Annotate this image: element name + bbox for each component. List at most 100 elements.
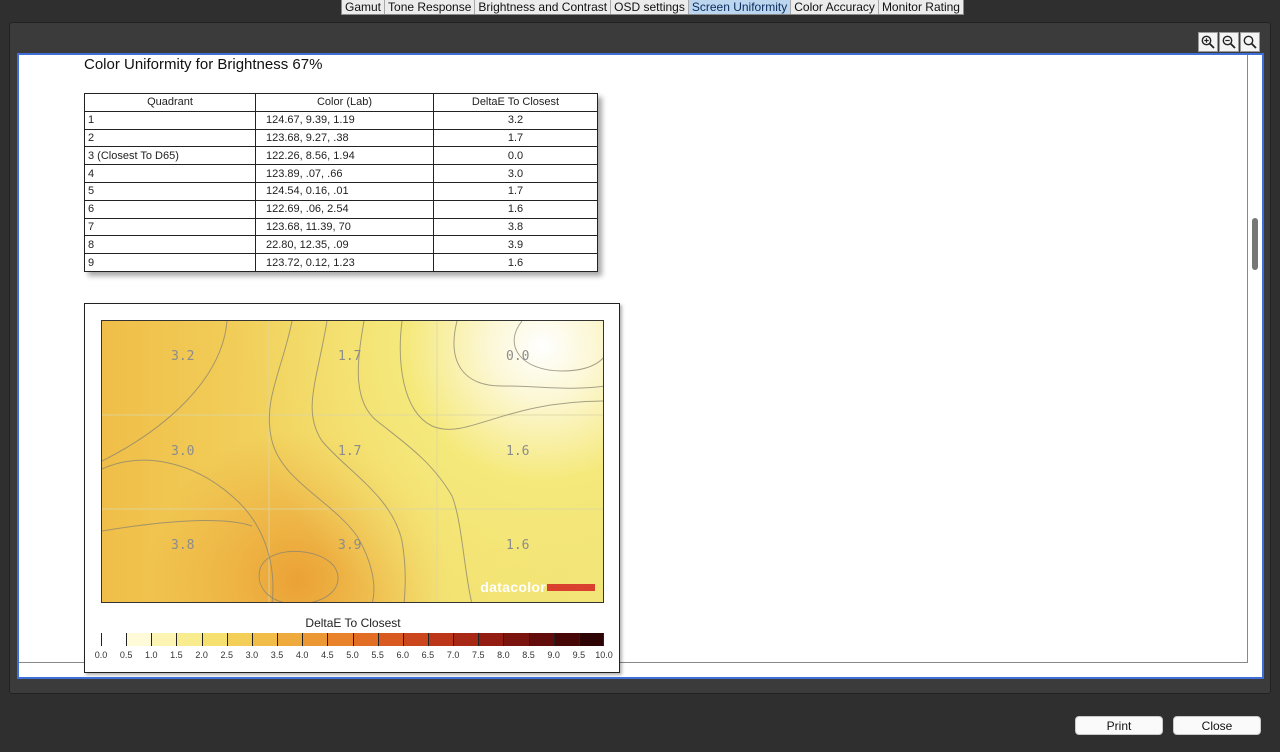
zoom-fit-icon[interactable]: [1240, 32, 1260, 52]
quadrant-value: 3.9: [338, 538, 362, 553]
color-scale-swatch: [478, 633, 504, 646]
color-scale-tick: [327, 633, 329, 646]
print-button[interactable]: Print: [1075, 716, 1163, 735]
table-row: 9 123.72, 0.12, 1.23 1.6: [84, 253, 598, 272]
color-scale-label: 0.0: [94, 650, 108, 660]
color-scale-tick: [503, 633, 505, 646]
color-scale-swatch: [352, 633, 379, 646]
column-header: Quadrant: [84, 93, 256, 112]
color-scale-label: 0.5: [119, 650, 133, 660]
color-scale-tick: [528, 633, 530, 646]
color-scale-swatch: [553, 633, 580, 646]
quadrant-value: 1.6: [506, 538, 530, 553]
tab-color-accuracy[interactable]: Color Accuracy: [791, 0, 879, 14]
color-scale-tick: [151, 633, 153, 646]
table-row: 7 123.68, 11.39, 70 3.8: [84, 217, 598, 237]
column-header: Color (Lab): [255, 93, 434, 112]
tab-gamut[interactable]: Gamut: [342, 0, 386, 14]
quadrant-value: 3.0: [171, 444, 195, 459]
report-viewer[interactable]: Color Uniformity for Brightness 67% Quad…: [17, 53, 1264, 679]
vertical-scrollbar[interactable]: [1252, 218, 1258, 270]
color-scale-label: 8.5: [522, 650, 535, 660]
color-scale-label: 6.5: [421, 650, 435, 660]
lab-color-cell: 122.69, .06, 2.54: [255, 199, 434, 219]
deltae-cell: 3.0: [433, 164, 598, 183]
table-row: 3 (Closest To D65) 122.26, 8.56, 1.94 0.0: [84, 146, 598, 166]
lab-color-cell: 123.89, .07, .66: [255, 164, 434, 183]
lab-color-cell: 22.80, 12.35, .09: [255, 235, 434, 255]
tab-osd-settings[interactable]: OSD settings: [611, 0, 689, 14]
color-scale-tick: [453, 633, 455, 646]
tab-monitor-rating[interactable]: Monitor Rating: [878, 0, 963, 14]
color-scale-label: 10.0: [595, 650, 613, 660]
uniformity-heatmap-figure: 3.2 1.7 0.0 3.0 1.7 1.6 3.8 3.9 1.6 datacolor De…: [84, 303, 620, 673]
uniformity-table: Quadrant Color (Lab) DeltaE To Closest 1…: [84, 93, 598, 272]
quadrant-value: 3.8: [171, 538, 195, 553]
color-scale-tick: [603, 633, 604, 646]
color-scale-tick: [377, 633, 379, 646]
close-button[interactable]: Close: [1173, 716, 1261, 735]
color-scale-label: 4.5: [321, 650, 334, 660]
table-row: 6 122.69, .06, 2.54 1.6: [84, 199, 598, 219]
quadrant-cell: 1: [84, 110, 256, 130]
watermark-text: datacolor: [480, 579, 546, 595]
uniformity-heatmap: 3.2 1.7 0.0 3.0 1.7 1.6 3.8 3.9 1.6 datacolor: [101, 320, 604, 603]
color-scale-swatch: [402, 633, 429, 646]
color-scale-tick: [176, 633, 178, 646]
color-scale-tick: [553, 633, 555, 646]
color-scale-label: 8.0: [497, 650, 510, 660]
deltae-cell: 3.8: [433, 217, 598, 237]
datacolor-logo: datacolor: [480, 579, 595, 595]
color-scale-tick: [302, 633, 304, 646]
logo-bar: [547, 583, 595, 591]
color-scale-label: 3.5: [270, 650, 284, 660]
page-title: Color Uniformity for Brightness 67%: [84, 56, 323, 73]
color-scale-label: 5.5: [371, 650, 384, 660]
color-scale-label: 1.0: [145, 650, 158, 660]
color-scale-label: 2.5: [220, 650, 234, 660]
color-scale-tick: [578, 633, 580, 646]
zoom-in-icon[interactable]: [1198, 32, 1218, 52]
color-scale-label: 9.5: [572, 650, 586, 660]
color-scale-tick: [427, 633, 429, 646]
color-scale-swatch: [277, 633, 303, 646]
color-scale-tick: [277, 633, 279, 646]
tab-screen-uniformity[interactable]: Screen Uniformity: [688, 0, 792, 14]
deltae-cell: 0.0: [433, 146, 598, 166]
color-scale-swatch: [251, 633, 278, 646]
color-scale-label: 9.0: [547, 650, 560, 660]
color-scale-swatch: [101, 633, 127, 646]
lab-color-cell: 124.54, 0.16, .01: [255, 181, 434, 201]
tab-brightness-and-contrast[interactable]: Brightness and Contrast: [475, 0, 612, 14]
color-scale-swatch: [126, 633, 152, 646]
quadrant-cell: 7: [84, 217, 256, 237]
quadrant-value: 1.6: [506, 444, 530, 459]
lab-color-cell: 122.26, 8.56, 1.94: [255, 146, 434, 166]
color-scale-swatch: [151, 633, 177, 646]
color-scale-swatch: [201, 633, 228, 646]
deltae-cell: 3.2: [433, 110, 598, 130]
color-scale-tick: [251, 633, 253, 646]
color-scale-tick: [226, 633, 228, 646]
tab-tone-response[interactable]: Tone Response: [385, 0, 476, 14]
quadrant-value: 0.0: [506, 349, 530, 364]
deltae-cell: 1.7: [433, 181, 598, 201]
color-scale-swatch: [302, 633, 328, 646]
zoom-out-icon[interactable]: [1219, 32, 1239, 52]
color-scale-swatch: [427, 633, 454, 646]
quadrant-cell: 2: [84, 128, 256, 148]
table-row: 8 22.80, 12.35, .09 3.9: [84, 235, 598, 255]
color-scale-swatch: [327, 633, 353, 646]
column-header: DeltaE To Closest: [433, 93, 598, 112]
color-scale-label: 4.0: [295, 650, 309, 660]
color-scale-label: 2.0: [195, 650, 208, 660]
color-scale-swatch: [503, 633, 530, 646]
color-scale-swatch: [453, 633, 479, 646]
quadrant-cell: 9: [84, 253, 256, 272]
deltae-cell: 3.9: [433, 235, 598, 255]
color-scale-swatch: [176, 633, 203, 646]
quadrant-value: 1.7: [338, 349, 362, 364]
quadrant-cell: 3 (Closest To D65): [84, 146, 256, 166]
color-scale-tick: [352, 633, 354, 646]
table-row: 2 123.68, 9.27, .38 1.7: [84, 128, 598, 148]
